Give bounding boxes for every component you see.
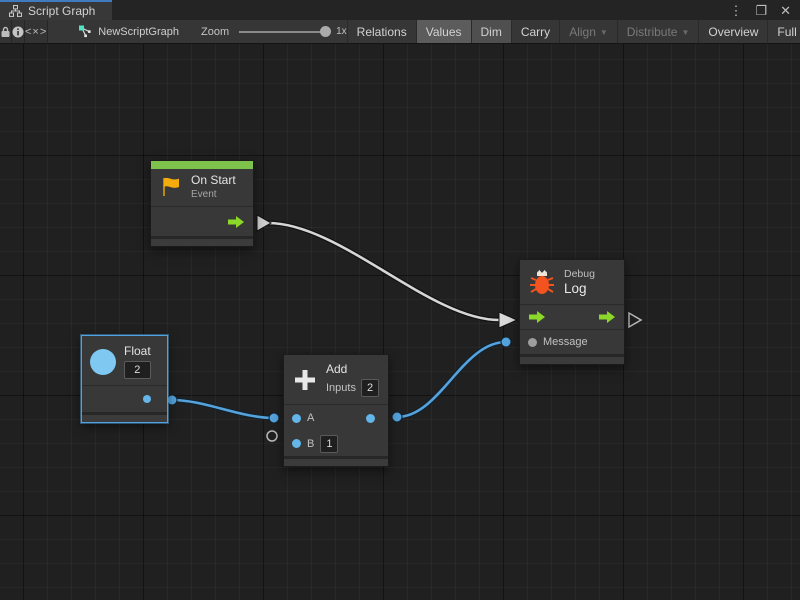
node-footer — [520, 354, 624, 364]
fullscreen-button[interactable]: Full S — [767, 20, 800, 43]
control-input-port-icon[interactable] — [528, 310, 546, 324]
float-circle-icon — [90, 349, 116, 375]
tab-script-graph[interactable]: Script Graph — [0, 0, 112, 20]
fullscreen-label: Full S — [777, 25, 800, 39]
node-footer — [284, 456, 388, 466]
wire-endpoint-dot[interactable] — [392, 412, 402, 422]
info-icon — [12, 26, 24, 38]
message-port-label: Message — [543, 336, 588, 348]
flag-icon — [159, 175, 183, 199]
toolbar: <×> NewScriptGraph Zoom 1x Relations Va — [0, 20, 800, 44]
dim-button[interactable]: Dim — [471, 20, 511, 43]
float-output-port-icon[interactable] — [143, 395, 151, 403]
chevron-down-icon: ▼ — [681, 28, 689, 37]
script-graph-window: Script Graph ⋮ ❐ ✕ <×> — [0, 0, 800, 600]
distribute-label: Distribute — [627, 25, 678, 39]
node-footer — [151, 236, 253, 246]
event-green-bar — [151, 161, 253, 169]
zoom-slider[interactable] — [239, 31, 327, 33]
node-add[interactable]: Add Inputs 2 A B 1 — [283, 354, 389, 467]
close-icon[interactable]: ✕ — [780, 4, 791, 17]
wire-add-debug[interactable] — [397, 342, 506, 417]
zoom-value: 1x — [336, 26, 347, 37]
values-label: Values — [426, 25, 462, 39]
wire-control-start-arrow[interactable] — [257, 215, 271, 231]
distribute-button[interactable]: Distribute ▼ — [617, 20, 699, 43]
on-start-title: On Start — [191, 173, 236, 187]
float-title: Float — [124, 344, 151, 358]
add-inputs-field[interactable]: 2 — [361, 379, 379, 397]
window-controls: ⋮ ❐ ✕ — [729, 0, 800, 20]
overview-button[interactable]: Overview — [698, 20, 767, 43]
wire-endpoint-dot[interactable] — [501, 337, 511, 347]
unconnected-port-circle[interactable] — [267, 431, 277, 441]
toolbar-toggle-group: Relations Values Dim Carry Align ▼ Distr… — [347, 20, 800, 43]
add-input-b-label: B — [307, 438, 314, 450]
dim-label: Dim — [481, 25, 502, 39]
relations-button[interactable]: Relations — [347, 20, 416, 43]
tab-bar: Script Graph ⋮ ❐ ✕ — [0, 0, 800, 20]
node-float[interactable]: Float 2 — [81, 335, 168, 423]
wire-control[interactable] — [268, 223, 499, 320]
info-button[interactable] — [12, 20, 25, 43]
add-input-a-label: A — [307, 412, 314, 424]
wire-endpoint-dot[interactable] — [167, 395, 177, 405]
plus-icon — [292, 367, 318, 393]
script-graph-icon — [9, 5, 22, 17]
wire-control-end-arrow[interactable] — [499, 312, 517, 328]
add-input-b-port-icon[interactable] — [292, 439, 301, 448]
graph-name: NewScriptGraph — [98, 26, 179, 38]
debug-category: Debug — [564, 268, 595, 280]
menu-icon[interactable]: ⋮ — [729, 4, 742, 17]
node-on-start[interactable]: On Start Event — [150, 160, 254, 247]
bug-icon — [528, 267, 556, 297]
on-start-subtitle: Event — [191, 189, 236, 200]
zoom-control: Zoom 1x — [201, 20, 347, 43]
wire-endpoint-dot[interactable] — [269, 413, 279, 423]
code-icon: <×> — [25, 26, 47, 38]
lock-button[interactable] — [0, 20, 12, 43]
graph-selector[interactable]: NewScriptGraph — [78, 20, 179, 43]
add-input-a-port-icon[interactable] — [292, 414, 301, 423]
values-button[interactable]: Values — [416, 20, 471, 43]
add-output-port-icon[interactable] — [366, 414, 375, 423]
add-inputs-label: Inputs — [326, 382, 356, 394]
zoom-label: Zoom — [201, 26, 229, 38]
wire-layer — [0, 44, 800, 600]
add-title: Add — [326, 362, 379, 376]
align-button[interactable]: Align ▼ — [559, 20, 617, 43]
unconnected-port-triangle[interactable] — [629, 313, 641, 327]
relations-label: Relations — [357, 25, 407, 39]
zoom-slider-handle[interactable] — [320, 26, 331, 37]
node-debug-log[interactable]: Debug Log Message — [519, 259, 625, 365]
tab-title: Script Graph — [28, 4, 95, 18]
float-value-field[interactable]: 2 — [124, 361, 151, 379]
control-output-port-icon[interactable] — [227, 215, 245, 229]
message-port-icon[interactable] — [528, 338, 537, 347]
overview-label: Overview — [708, 25, 758, 39]
graph-canvas[interactable]: On Start Event Debug — [0, 44, 800, 600]
carry-button[interactable]: Carry — [511, 20, 559, 43]
chevron-down-icon: ▼ — [600, 28, 608, 37]
add-b-value-field[interactable]: 1 — [320, 435, 338, 453]
code-preview-button[interactable]: <×> — [25, 20, 48, 43]
control-output-port-icon[interactable] — [598, 310, 616, 324]
carry-label: Carry — [521, 25, 550, 39]
graph-icon — [78, 25, 92, 38]
node-footer — [82, 412, 167, 422]
debug-title: Log — [564, 281, 595, 296]
align-label: Align — [569, 25, 596, 39]
lock-icon — [0, 26, 11, 38]
maximize-icon[interactable]: ❐ — [755, 4, 767, 17]
